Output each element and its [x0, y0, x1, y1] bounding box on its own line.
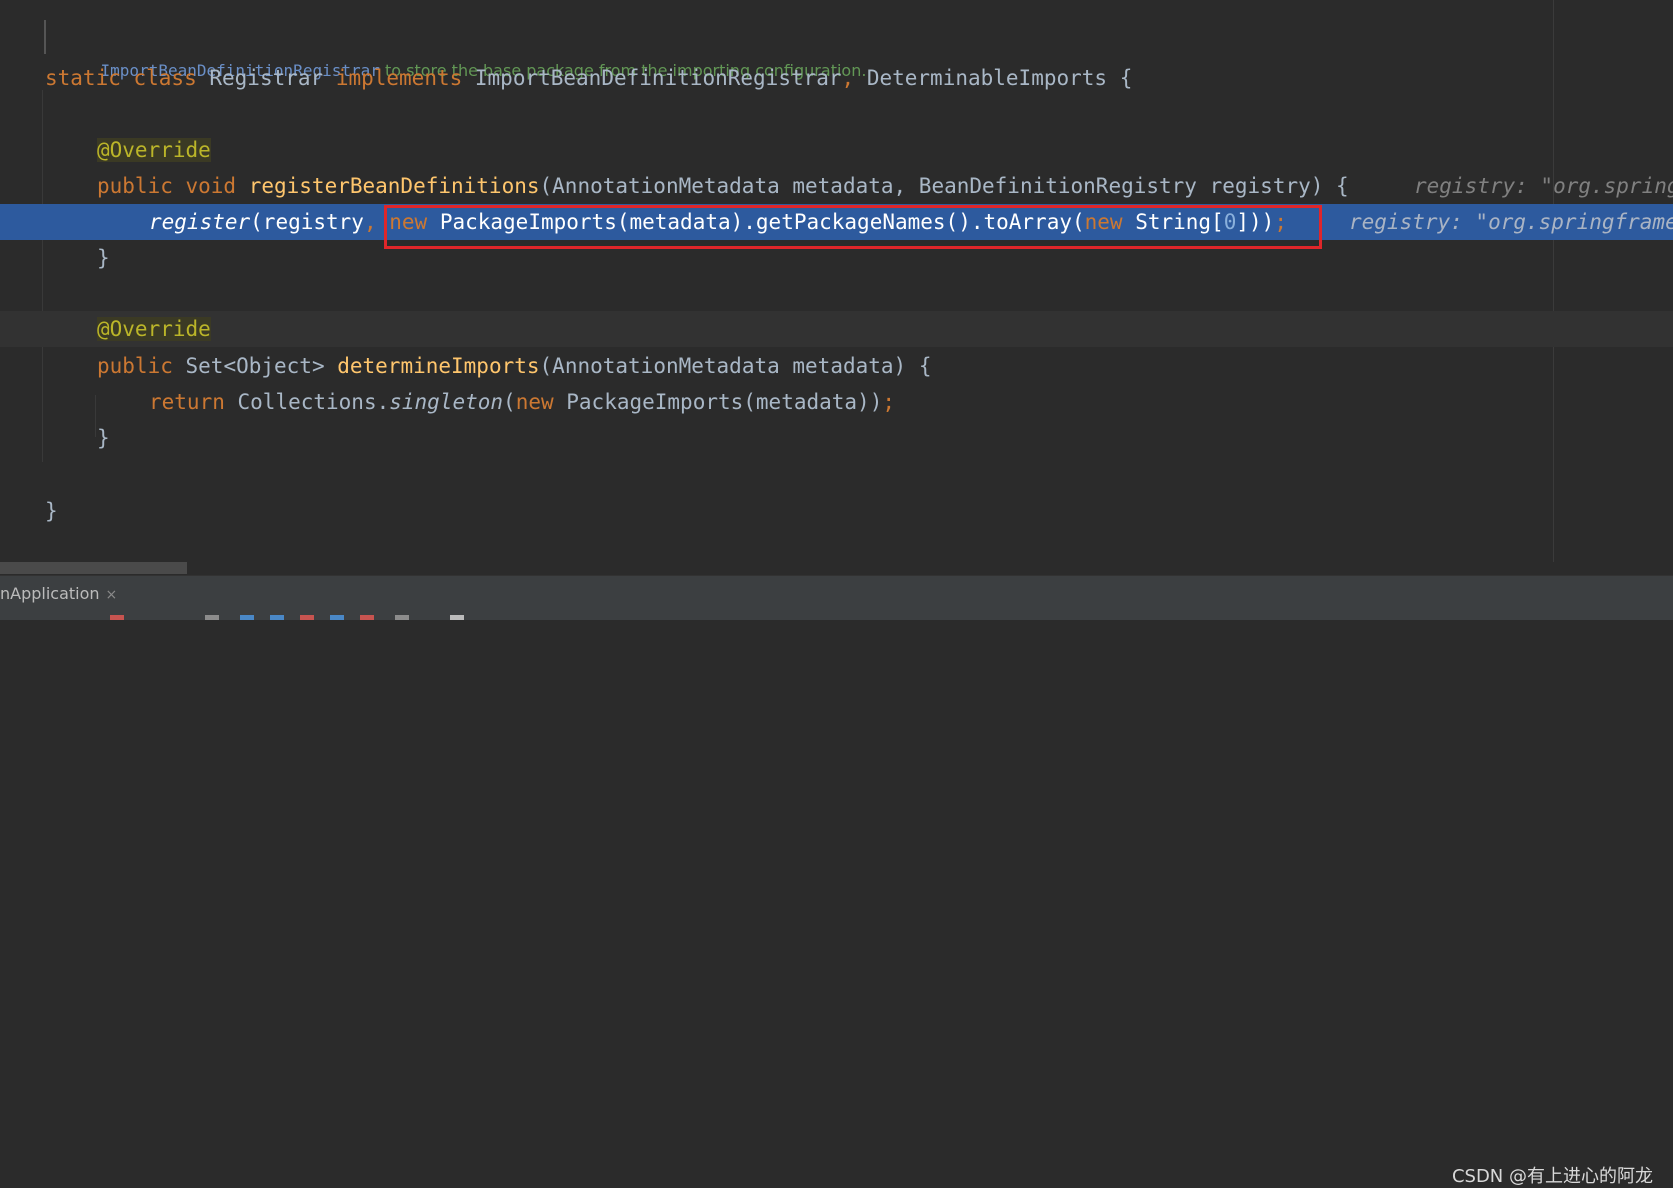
class-ref: Collections. — [237, 390, 390, 414]
call-args: (registry — [250, 210, 364, 234]
step-out-icon[interactable] — [330, 615, 344, 620]
interface-name: DeterminableImports { — [866, 66, 1133, 90]
class-name: Registrar — [209, 66, 336, 90]
semicolon: ; — [882, 390, 895, 414]
evaluate-icon[interactable] — [395, 615, 409, 620]
keyword: static class — [45, 66, 210, 90]
step-over-icon[interactable] — [240, 615, 254, 620]
code-line-return[interactable]: return Collections.singleton(new Package… — [0, 384, 1673, 420]
annotation: @Override — [97, 317, 211, 341]
return-type: Set<Object> — [185, 354, 338, 378]
inline-debug-hint: registry: "org.springframework — [1349, 210, 1673, 234]
method-name: determineImports — [337, 354, 540, 378]
stop-icon[interactable] — [110, 615, 124, 620]
watermark: CSDN @有上进心的阿龙 — [1451, 1166, 1653, 1187]
method-call: singleton — [389, 390, 504, 414]
open-paren: ( — [503, 390, 516, 414]
code-line-annotation[interactable]: @Override — [0, 132, 1673, 168]
code-line-brace[interactable]: } — [0, 240, 1673, 276]
interface-name: ImportBeanDefinitionRegistrar — [474, 66, 842, 90]
horizontal-scrollbar-thumb[interactable] — [0, 562, 187, 574]
inline-debug-hint: registry: "org.springframework — [1414, 174, 1673, 198]
tab-label: nApplication — [0, 584, 100, 603]
doc-comment: ImportBeanDefinitionRegistrar to store t… — [44, 20, 866, 80]
tool-icon-row — [0, 611, 1673, 620]
annotation: @Override — [97, 138, 211, 162]
run-tab-bar: nApplication × CSDN @有上进心的阿龙 — [0, 575, 1673, 1187]
expression: PackageImports(metadata)) — [566, 390, 883, 414]
settings-icon[interactable] — [450, 615, 464, 620]
tab-application[interactable]: nApplication × — [0, 576, 125, 612]
keyword: new — [515, 390, 567, 414]
keyword: public — [97, 354, 186, 378]
code-line-method-register[interactable]: public void registerBeanDefinitions(Anno… — [0, 168, 1673, 204]
keyword: implements — [335, 66, 475, 90]
closing-brace: } — [97, 246, 110, 270]
console-icon[interactable] — [205, 615, 219, 620]
keyword: return — [149, 390, 238, 414]
method-params: (AnnotationMetadata metadata) { — [539, 354, 932, 378]
code-line-brace[interactable]: } — [0, 420, 1673, 456]
closing-brace: } — [97, 426, 110, 450]
method-params: (AnnotationMetadata metadata, BeanDefini… — [539, 174, 1349, 198]
keyword: public void — [97, 174, 249, 198]
closing-brace: } — [45, 499, 58, 523]
force-step-into-icon[interactable] — [300, 615, 314, 620]
comma: , — [841, 66, 867, 90]
step-into-icon[interactable] — [270, 615, 284, 620]
close-icon[interactable]: × — [106, 587, 118, 603]
code-editor[interactable]: ImportBeanDefinitionRegistrar to store t… — [0, 0, 1673, 575]
method-name: registerBeanDefinitions — [248, 174, 540, 198]
code-line-method-determine[interactable]: public Set<Object> determineImports(Anno… — [0, 348, 1673, 384]
code-line-class-brace[interactable]: } — [0, 493, 1673, 529]
horizontal-scrollbar[interactable] — [0, 562, 1673, 575]
method-call: register — [149, 210, 251, 234]
code-line-annotation-caret[interactable]: @Override — [0, 311, 1673, 347]
run-to-cursor-icon[interactable] — [360, 615, 374, 620]
code-line-class-declaration[interactable]: static class Registrar implements Import… — [0, 60, 1673, 96]
